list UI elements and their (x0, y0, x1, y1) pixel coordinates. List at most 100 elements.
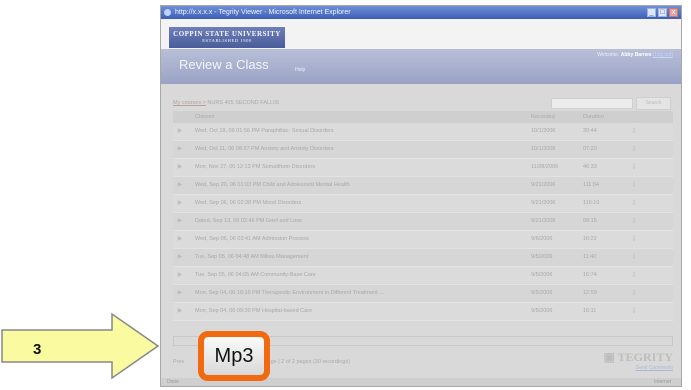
browser-window: http://x.x.x.x - Tegrity Viewer - Micros… (160, 5, 682, 387)
zone-text: Internet (654, 379, 671, 385)
recorded-date: 10/1/2006 (531, 128, 556, 134)
recorded-date: 9/6/2006 (531, 236, 553, 242)
window-titlebar: http://x.x.x.x - Tegrity Viewer - Micros… (161, 6, 681, 19)
class-title[interactable]: Tue, Sep 05, 06 04:05 AM Community-Base … (195, 267, 316, 284)
duration: 46:33 (583, 164, 597, 170)
maximize-button[interactable]: □ (658, 8, 667, 17)
duration: 07:20 (583, 146, 597, 152)
duration: 30:44 (583, 128, 597, 134)
duration: 16:11 (583, 308, 597, 314)
recorded-date: 9/5/2006 (531, 290, 553, 296)
recordings-table: Classes Recorded Duration ▶ Wed, Oct 18, … (173, 111, 673, 321)
play-icon[interactable]: ▶ (173, 123, 187, 140)
university-logo: COPPIN STATE UNIVERSITY ESTABLISHED 1900 (169, 27, 285, 48)
play-icon[interactable]: ▶ (173, 159, 187, 176)
duration: 12:59 (583, 290, 597, 296)
class-title[interactable]: Mon, Nov 27, 06 12:13 PM Somatiform Diso… (195, 159, 315, 176)
duration: 11:40 (583, 254, 597, 260)
class-title[interactable]: Wed, Oct 18, 06 01:56 PM Paraphiliac- Se… (195, 123, 334, 140)
university-established: ESTABLISHED 1900 (202, 38, 252, 43)
play-icon[interactable]: ▶ (173, 231, 187, 248)
play-icon[interactable]: ▶ (173, 285, 187, 302)
breadcrumb-my-courses[interactable]: My courses > (173, 100, 206, 106)
user-name: Abby Barnes (620, 52, 652, 58)
play-icon[interactable]: ▶ (173, 303, 187, 320)
duration: 116:10 (583, 200, 600, 206)
play-icon[interactable]: ▶ (173, 177, 187, 194)
table-row[interactable]: ▶ Mon, Nov 27, 06 12:13 PM Somatiform Dis… (173, 159, 673, 177)
download-icon[interactable]: ⇩ (631, 159, 637, 176)
table-header: Classes Recorded Duration (173, 111, 673, 123)
class-title[interactable]: Wed, Oct 11, 06 08:37 PM Anxiety and Anx… (195, 141, 334, 158)
table-body: ▶ Wed, Oct 18, 06 01:56 PM Paraphiliac- S… (173, 123, 673, 321)
tegrity-logo: ▣ TEGRITY (603, 350, 673, 364)
table-row[interactable]: ▶ Wed, Oct 18, 06 01:56 PM Paraphiliac- S… (173, 123, 673, 141)
download-icon[interactable]: ⇩ (631, 213, 637, 230)
step-number: 3 (33, 341, 42, 358)
table-row[interactable]: ▶ Tue, Sep 05, 06 04:48 AM Milieu Managem… (173, 249, 673, 267)
download-icon[interactable]: ⇩ (631, 123, 637, 140)
download-icon[interactable]: ⇩ (631, 141, 637, 158)
minimize-button[interactable]: _ (647, 8, 656, 17)
column-classes[interactable]: Classes (195, 111, 215, 123)
pager-text: Page | 2 of 2 pages (30 recordings) (263, 359, 350, 365)
play-icon[interactable]: ▶ (173, 213, 187, 230)
send-comments-link[interactable]: Send Comments (604, 365, 673, 371)
tegrity-branding: ▣ TEGRITY Send Comments (604, 350, 673, 371)
play-icon[interactable]: ▶ (173, 195, 187, 212)
recorded-date: 9/5/2006 (531, 308, 553, 314)
duration: 09:15 (583, 218, 597, 224)
column-duration[interactable]: Duration (583, 111, 604, 123)
play-icon[interactable]: ▶ (173, 249, 187, 266)
duration: 111:04 (583, 182, 600, 188)
welcome-prefix: Welcome, (597, 52, 620, 58)
download-icon[interactable]: ⇩ (631, 267, 637, 284)
class-title[interactable]: Wed, Sep 20, 06 01:03 PM Child and Adole… (195, 177, 350, 194)
window-title: http://x.x.x.x - Tegrity Viewer - Micros… (175, 9, 351, 16)
class-title[interactable]: Wed, Sep 06, 06 03:41 AM Admission Proce… (195, 231, 309, 248)
recorded-date: 11/28/2006 (531, 164, 559, 170)
download-icon[interactable]: ⇩ (631, 285, 637, 302)
download-icon[interactable]: ⇩ (631, 177, 637, 194)
duration: 16:22 (583, 236, 597, 242)
table-row[interactable]: ▶ Wed, Sep 06, 06 02:38 PM Mood Disorders… (173, 195, 673, 213)
breadcrumb-course: NURS 405 SECOND FALL06 (207, 100, 280, 106)
page-header: Review a Class Help Welcome, Abby Barnes… (161, 49, 681, 84)
table-row[interactable]: ▶ Tue, Sep 05, 06 04:05 AM Community-Base… (173, 267, 673, 285)
column-recorded[interactable]: Recorded (531, 111, 555, 123)
play-icon[interactable]: ▶ (173, 267, 187, 284)
logout-link[interactable]: (Log out) (653, 52, 673, 58)
download-icon[interactable]: ⇩ (631, 303, 637, 320)
table-row[interactable]: ▶ Wed, Sep 20, 06 01:03 PM Child and Adol… (173, 177, 673, 195)
university-name: COPPIN STATE UNIVERSITY (173, 30, 281, 38)
help-link[interactable]: Help (295, 67, 305, 73)
download-icon[interactable]: ⇩ (631, 195, 637, 212)
breadcrumb: My courses > NURS 405 SECOND FALL06 Sear… (173, 96, 673, 110)
download-icon[interactable]: ⇩ (631, 249, 637, 266)
class-title[interactable]: Dated, Sep 13, 06 02:46 PM Grief and Los… (195, 213, 302, 230)
page-title: Review a Class (179, 57, 269, 72)
mp3-button[interactable]: Mp3 (198, 331, 270, 381)
pager-prev[interactable]: Prev (173, 359, 184, 365)
table-row[interactable]: ▶ Dated, Sep 13, 06 02:46 PM Grief and Lo… (173, 213, 673, 231)
logo-bar: COPPIN STATE UNIVERSITY ESTABLISHED 1900 (161, 19, 681, 49)
close-button[interactable]: x (669, 8, 678, 17)
arrow-callout (1, 312, 160, 380)
ie-icon (164, 9, 171, 16)
table-row[interactable]: ▶ Wed, Oct 11, 06 08:37 PM Anxiety and An… (173, 141, 673, 159)
play-icon[interactable]: ▶ (173, 141, 187, 158)
recorded-date: 9/5/2006 (531, 272, 553, 278)
recorded-date: 10/1/2006 (531, 146, 556, 152)
table-row[interactable]: ▶ Wed, Sep 06, 06 03:41 AM Admission Proc… (173, 231, 673, 249)
window-controls: _ □ x (647, 8, 678, 17)
class-title[interactable]: Tue, Sep 05, 06 04:48 AM Milieu Manageme… (195, 249, 308, 266)
duration: 16:74 (583, 272, 597, 278)
class-title[interactable]: Wed, Sep 06, 06 02:38 PM Mood Disorders (195, 195, 301, 212)
search-input[interactable] (551, 98, 633, 109)
search-button[interactable]: Search (636, 97, 671, 110)
class-title[interactable]: Mon, Sep 04, 06 09:30 PM Hospital-based … (195, 303, 312, 320)
class-title[interactable]: Mon, Sep 04, 06 10:10 PM Therapeutic Env… (195, 285, 384, 302)
table-row[interactable]: ▶ Mon, Sep 04, 06 10:10 PM Therapeutic En… (173, 285, 673, 303)
download-icon[interactable]: ⇩ (631, 231, 637, 248)
table-row[interactable]: ▶ Mon, Sep 04, 06 09:30 PM Hospital-based… (173, 303, 673, 321)
